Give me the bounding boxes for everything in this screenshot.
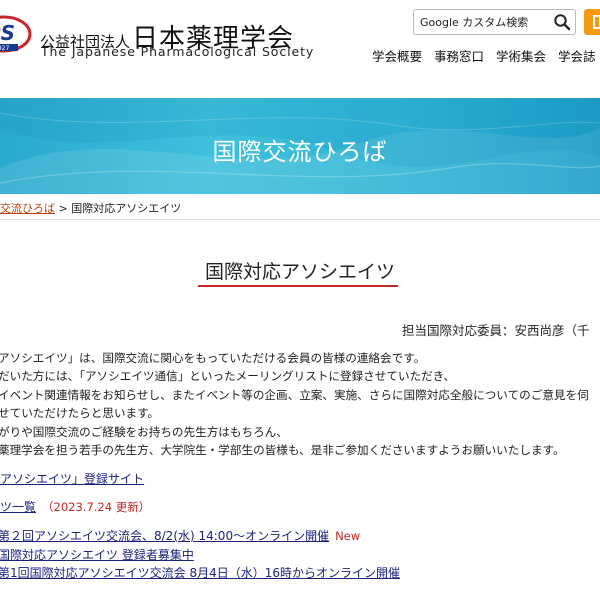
logo-year: 1927 bbox=[0, 45, 9, 52]
nav-meetings[interactable]: 学術集会 bbox=[496, 49, 546, 64]
officer-line: 担当国際対応委員：安西尚彦（千 bbox=[402, 323, 590, 338]
intro-line: せていただけたらと思います。 bbox=[0, 406, 160, 421]
top-nav: 学会概要 事務窓口 学術集会 学会誌 bbox=[372, 46, 600, 65]
breadcrumb-parent[interactable]: 交流ひろば bbox=[0, 202, 55, 215]
breadcrumb: 交流ひろば > 国際対応アソシエイツ bbox=[0, 200, 181, 216]
site-header: PS 1927 公益社団法人日本薬理学会 The Japanese Pharma… bbox=[0, 0, 600, 98]
nav-about[interactable]: 学会概要 bbox=[372, 49, 422, 64]
search-button[interactable] bbox=[552, 13, 572, 31]
intro-line: イベント関連情報をお知らせし、またイベント等の企画、立案、実施、さらに国際対応全… bbox=[0, 387, 589, 402]
register-link-row: アソシエイツ」登録サイト bbox=[0, 470, 144, 487]
search-input[interactable] bbox=[414, 10, 548, 34]
svg-text:PS: PS bbox=[0, 21, 15, 45]
associates-list-link[interactable]: ツ一覧 bbox=[0, 500, 36, 514]
title-underline bbox=[198, 285, 398, 287]
intro-text: アソシエイツ」は、国際交流に関心をもっていただける会員の皆様の連絡会です。 だい… bbox=[0, 349, 589, 459]
nav-office[interactable]: 事務窓口 bbox=[434, 49, 484, 64]
document-icon bbox=[593, 15, 600, 29]
nav-journal[interactable]: 学会誌 bbox=[558, 49, 596, 64]
breadcrumb-separator: > bbox=[55, 202, 72, 215]
search-box bbox=[413, 9, 576, 35]
intro-line: だいた方には、「アソシエイツ通信」といったメーリングリストに登録させていただき、 bbox=[0, 369, 456, 384]
list-item: 第1回国際対応アソシエイツ交流会 8月4日（水）16時からオンライン開催 bbox=[0, 564, 400, 583]
list-item: 第２回アソシエイツ交流会、8/2(水) 14:00〜オンライン開催 New bbox=[0, 527, 400, 546]
list-item: 国際対応アソシエイツ 登録者募集中 bbox=[0, 546, 400, 565]
news-link[interactable]: 第２回アソシエイツ交流会、8/2(水) 14:00〜オンライン開催 bbox=[0, 529, 329, 543]
member-button[interactable] bbox=[584, 9, 600, 35]
banner-title: 国際交流ひろば bbox=[212, 138, 388, 166]
list-updated-date: （2023.7.24 更新） bbox=[42, 500, 151, 514]
intro-line: 薬理学会を担う若手の先生方、大学院生・学部生の皆様も、是非ご参加くださいますよう… bbox=[0, 443, 565, 458]
intro-line: がりや国際交流のご経験をお持ちの先生方はもちろん、 bbox=[0, 424, 288, 439]
news-link[interactable]: 第1回国際対応アソシエイツ交流会 8月4日（水）16時からオンライン開催 bbox=[0, 566, 400, 580]
register-link[interactable]: アソシエイツ」登録サイト bbox=[0, 472, 144, 486]
list-link-row: ツ一覧 （2023.7.24 更新） bbox=[0, 498, 150, 515]
news-list: 第２回アソシエイツ交流会、8/2(水) 14:00〜オンライン開催 New 国際対… bbox=[0, 527, 400, 583]
org-name-en: The Japanese Pharmacological Society bbox=[41, 44, 315, 59]
breadcrumb-divider bbox=[0, 219, 600, 220]
search-icon bbox=[554, 14, 571, 31]
news-link[interactable]: 国際対応アソシエイツ 登録者募集中 bbox=[0, 548, 194, 562]
breadcrumb-current: 国際対応アソシエイツ bbox=[71, 202, 182, 215]
page-banner: 国際交流ひろば bbox=[0, 98, 600, 194]
jps-logo-icon[interactable]: PS 1927 bbox=[0, 14, 34, 54]
page-title: 国際対応アソシエイツ bbox=[204, 261, 395, 283]
new-badge: New bbox=[335, 529, 361, 543]
intro-line: アソシエイツ」は、国際交流に関心をもっていただける会員の皆様の連絡会です。 bbox=[0, 351, 426, 365]
